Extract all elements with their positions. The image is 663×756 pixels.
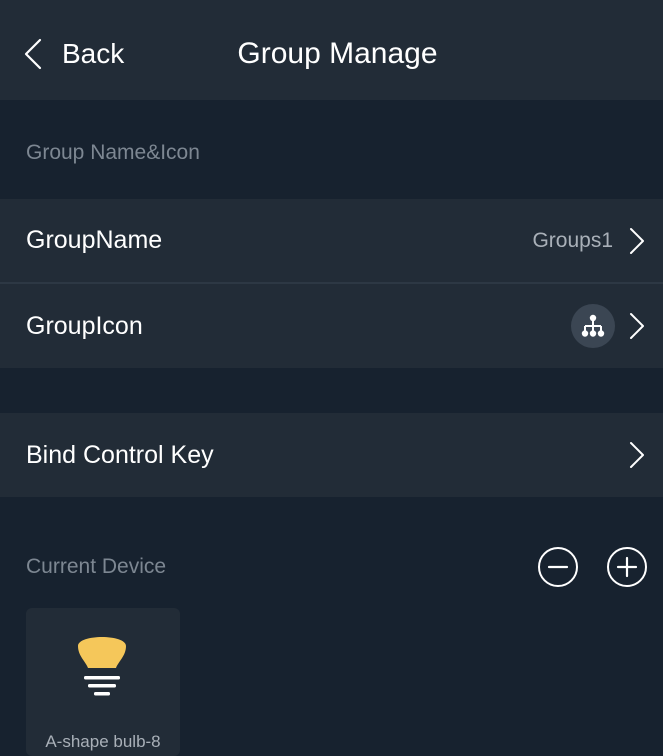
minus-circle-icon (538, 547, 578, 587)
plus-circle-icon (607, 547, 647, 587)
chevron-right-icon (630, 227, 644, 254)
group-icon-label: GroupIcon (26, 311, 143, 340)
group-icon-row[interactable]: GroupIcon (0, 284, 663, 368)
header-bar: Back Group Manage (0, 0, 663, 100)
group-name-label: GroupName (26, 226, 163, 254)
device-name: A-shape bulb-8 (45, 732, 161, 751)
chevron-right-icon (630, 313, 644, 339)
group-name-row[interactable]: GroupName Groups1 (0, 199, 663, 282)
remove-device-button[interactable] (537, 546, 579, 588)
device-card[interactable]: A-shape bulb-8 (26, 608, 180, 756)
group-hierarchy-icon (571, 304, 615, 348)
section-label-group-name-icon: Group Name&Icon (26, 141, 200, 164)
chevron-right-icon (630, 442, 644, 468)
group-name-value: Groups1 (532, 228, 613, 252)
bulb-icon (78, 637, 126, 696)
bind-control-key-label: Bind Control Key (26, 440, 214, 469)
section-label-current-device: Current Device (26, 555, 167, 578)
bind-control-key-row[interactable]: Bind Control Key (0, 413, 663, 497)
page-title: Group Manage (237, 37, 438, 70)
add-device-button[interactable] (606, 546, 648, 588)
